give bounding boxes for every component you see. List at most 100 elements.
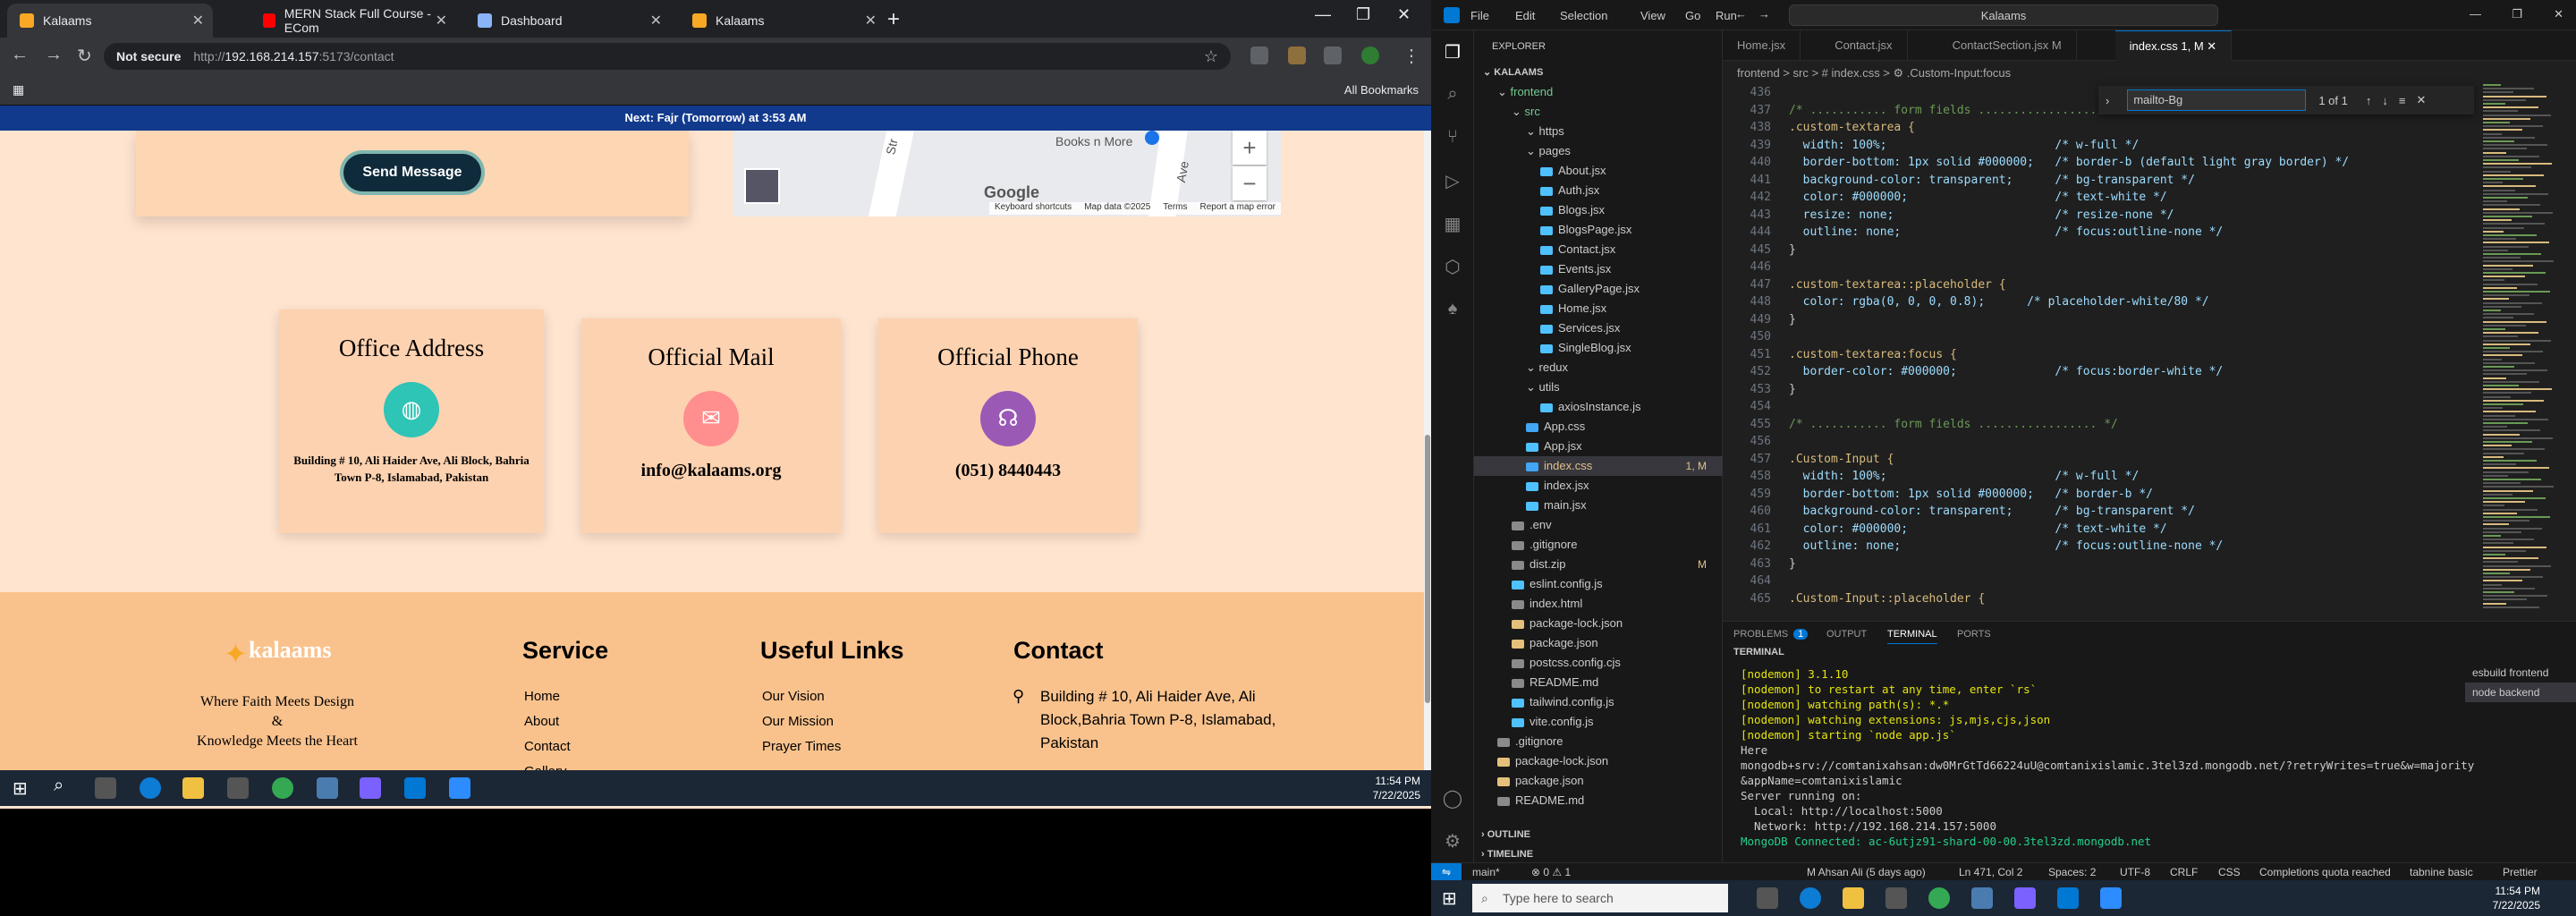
tree-folder[interactable]: ⌄ frontend [1474, 82, 1723, 102]
tree-file[interactable]: package.json [1474, 633, 1723, 653]
map-place-label[interactable]: Books n More [1055, 134, 1132, 148]
maximize-icon[interactable]: ❐ [2512, 7, 2522, 21]
browser-tab[interactable]: Dashboard ✕ [465, 4, 671, 38]
vscode-icon[interactable] [404, 777, 426, 799]
store-icon[interactable] [227, 777, 249, 799]
extension-icon[interactable] [1250, 47, 1268, 64]
zoom-icon[interactable] [2100, 887, 2122, 909]
browser-tab[interactable]: MERN Stack Full Course - ECom ✕ [250, 4, 456, 38]
map-footer-link[interactable]: Report a map error [1200, 202, 1275, 215]
close-window-icon[interactable]: ✕ [2554, 7, 2563, 21]
nav-forward-icon[interactable]: → [1758, 7, 1770, 21]
editor-tab[interactable]: ContactSection.jsx M [1938, 30, 2077, 61]
right-clock[interactable]: 11:54 PM 7/22/2025 [2493, 884, 2540, 912]
outline-section[interactable]: › OUTLINE [1481, 825, 1730, 844]
tree-file[interactable]: Home.jsx [1474, 299, 1723, 318]
extensions-icon[interactable]: ▦ [1442, 213, 1463, 234]
editor-tab[interactable]: Home.jsx [1723, 30, 1801, 61]
tree-file[interactable]: dist.zip M [1474, 555, 1723, 574]
close-window-icon[interactable]: ✕ [1397, 5, 1411, 24]
footer-link[interactable]: Prayer Times [762, 739, 841, 754]
previous-match-icon[interactable]: ↑ [2366, 94, 2372, 107]
code-view[interactable]: 436 437 /* ........... form fields .......… [1723, 84, 2510, 621]
footer-link[interactable]: Gallery [524, 764, 567, 770]
card-value[interactable]: (051) 8440443 [878, 461, 1138, 481]
minimize-icon[interactable]: — [2470, 7, 2481, 21]
all-bookmarks-link[interactable]: All Bookmarks [1344, 83, 1419, 97]
menu-item[interactable]: View [1640, 9, 1665, 22]
tree-file[interactable]: GalleryPage.jsx [1474, 279, 1723, 299]
tree-folder[interactable]: ⌄ utils [1474, 377, 1723, 397]
back-icon[interactable]: ← [11, 45, 29, 65]
file-explorer-icon[interactable] [182, 777, 204, 799]
remote-icon[interactable]: ⬡ [1442, 256, 1463, 277]
taskbar-search-input[interactable]: ⌕ Type here to search [1472, 884, 1728, 912]
tree-file[interactable]: axiosInstance.js [1474, 397, 1723, 417]
tabnine-status[interactable]: tabnine basic [2410, 863, 2473, 881]
map-footer-link[interactable]: Terms [1163, 202, 1187, 215]
map-footer-link[interactable]: Map data ©2025 [1084, 202, 1150, 215]
tree-file[interactable]: README.md [1474, 791, 1723, 810]
next-match-icon[interactable]: ↓ [2382, 94, 2388, 107]
tree-folder[interactable]: ⌄ KALAAMS [1474, 63, 1723, 82]
toggle-replace-icon[interactable]: › [2106, 94, 2109, 107]
footer-link[interactable]: About [524, 714, 559, 729]
tree-file[interactable]: SingleBlog.jsx [1474, 338, 1723, 358]
menu-item[interactable]: Edit [1515, 9, 1535, 22]
bookmark-star-icon[interactable]: ☆ [1204, 47, 1218, 66]
map-pin-icon[interactable] [1145, 131, 1159, 145]
panel-tab[interactable]: PORTS [1957, 629, 1991, 640]
map-embed[interactable]: Str Ave Books n More Google + − Keyboard… [733, 131, 1281, 216]
tree-folder[interactable]: ⌄ pages [1474, 141, 1723, 161]
tree-file[interactable]: index.css 1, M [1474, 456, 1723, 476]
search-icon[interactable]: ⌕ [1442, 84, 1463, 106]
terminal-output[interactable]: [nodemon] 3.1.10 [nodemon] to restart at … [1741, 666, 2474, 849]
nav-back-icon[interactable]: ← [1735, 7, 1747, 21]
menu-item[interactable]: Go [1685, 9, 1700, 22]
zoom-icon[interactable] [449, 777, 470, 799]
footer-link[interactable]: Home [524, 689, 560, 704]
tree-file[interactable]: Auth.jsx [1474, 181, 1723, 200]
tree-file[interactable]: index.jsx [1474, 476, 1723, 496]
tree-file[interactable]: .env [1474, 515, 1723, 535]
apps-grid-icon[interactable]: ▦ [13, 82, 24, 98]
tab-close-icon[interactable]: ✕ [436, 12, 447, 30]
footer-link[interactable]: Our Vision [762, 689, 825, 704]
maximize-icon[interactable]: ❐ [1356, 5, 1370, 24]
find-menu-icon[interactable]: ≡ [2399, 94, 2406, 107]
remote-indicator[interactable]: ⇋ [1431, 863, 1462, 881]
map-footer-link[interactable]: Keyboard shortcuts [995, 202, 1072, 215]
tree-file[interactable]: .gitignore [1474, 535, 1723, 555]
task-view-icon[interactable] [1757, 887, 1778, 909]
reload-icon[interactable]: ↻ [77, 45, 92, 67]
terminal-instance[interactable]: node backend [2465, 683, 2576, 702]
vscode-icon[interactable] [2057, 887, 2079, 909]
github-desktop-icon[interactable] [360, 777, 381, 799]
tree-file[interactable]: vite.config.js [1474, 712, 1723, 732]
editor-tab[interactable]: index.css 1, M ✕ [2114, 30, 2233, 61]
editor-tab[interactable]: Contact.jsx [1820, 30, 1908, 61]
menu-item[interactable]: Run [1716, 9, 1737, 22]
menu-item[interactable]: File [1470, 9, 1489, 22]
tree-file[interactable]: .gitignore [1474, 732, 1723, 751]
map-satellite-thumbnail[interactable] [744, 168, 780, 204]
tree-file[interactable]: Blogs.jsx [1474, 200, 1723, 220]
command-center-search[interactable]: Kalaams [1789, 4, 2218, 26]
tree-file[interactable]: main.jsx [1474, 496, 1723, 515]
card-value[interactable]: info@kalaams.org [581, 461, 841, 481]
new-tab-button[interactable]: + [887, 7, 900, 32]
encoding[interactable]: UTF-8 [2120, 863, 2150, 881]
app-icon[interactable] [317, 777, 338, 799]
timeline-section[interactable]: › TIMELINE [1481, 844, 1730, 864]
tree-file[interactable]: BlogsPage.jsx [1474, 220, 1723, 240]
indentation[interactable]: Spaces: 2 [2048, 863, 2096, 881]
minimize-icon[interactable]: — [1315, 5, 1331, 24]
tree-file[interactable]: Services.jsx [1474, 318, 1723, 338]
tree-file[interactable]: App.jsx [1474, 437, 1723, 456]
file-explorer-icon[interactable] [1843, 887, 1864, 909]
windows-start-icon[interactable]: ⊞ [13, 777, 28, 800]
store-icon[interactable] [1885, 887, 1907, 909]
tree-file[interactable]: postcss.config.cjs [1474, 653, 1723, 673]
close-find-icon[interactable]: ✕ [2416, 93, 2426, 107]
tree-file[interactable]: README.md [1474, 673, 1723, 692]
